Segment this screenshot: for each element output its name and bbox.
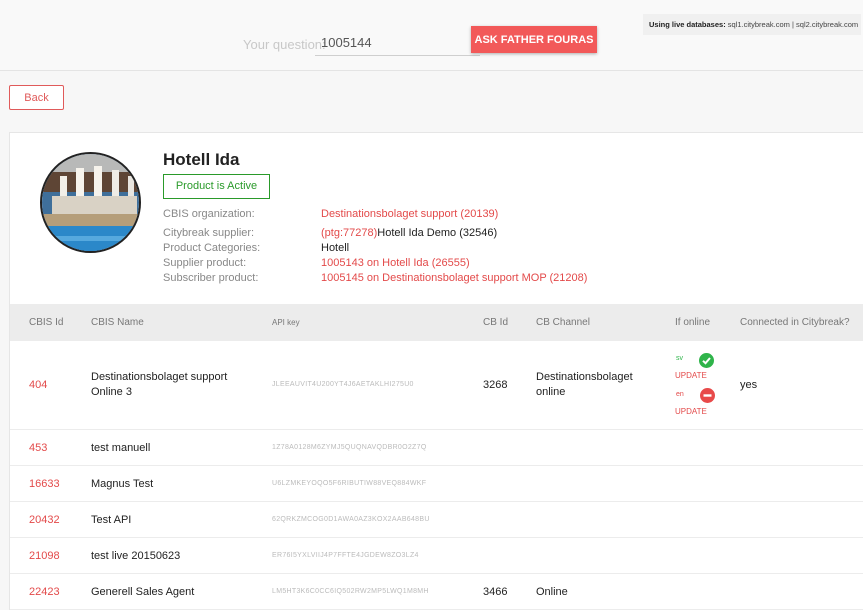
row-api-key: 1Z78A0128M6ZYMJ5QUQNAVQDBR0O2Z7Q <box>272 444 427 451</box>
row-cb-channel-line2: online <box>536 386 566 398</box>
row-cb-id: 3466 <box>483 586 508 598</box>
row-cbis-name-line1: Destinationsbolaget support <box>91 371 228 383</box>
online-check-icon <box>699 353 714 368</box>
product-card: Hotell Ida Product is Active CBIS organi… <box>9 132 863 610</box>
row-cbis-id[interactable]: 21098 <box>29 550 60 562</box>
supplier-ptg-link[interactable]: (ptg:77278) <box>321 227 377 239</box>
table-row: 16633 Magnus Test U6LZMKEYOQO5F6RIBUTIW8… <box>10 466 863 502</box>
header-connected: Connected in Citybreak? <box>740 317 850 328</box>
row-cbis-name-line2: Online 3 <box>91 386 132 398</box>
row-cbis-name: test live 20150623 <box>91 550 181 562</box>
status-badge: Product is Active <box>163 174 270 199</box>
header-cb-id: CB Id <box>483 317 509 328</box>
update-sv-link[interactable]: UPDATE <box>675 371 707 380</box>
question-label: Your question: <box>243 37 326 52</box>
row-cb-id: 3268 <box>483 379 508 391</box>
row-api-key: ER76I5YXLVIIJ4P7FFTE4JGDEW8ZO3LZ4 <box>272 552 419 559</box>
table-row: 404 Destinationsbolaget support Online 3… <box>10 341 863 430</box>
product-title: Hotell Ida <box>163 150 240 169</box>
info-value-supplier: (ptg:77278)Hotell Ida Demo (32546) <box>321 227 497 239</box>
header-api-key: API key <box>272 318 300 327</box>
row-cbis-id[interactable]: 16633 <box>29 478 60 490</box>
header-cb-channel: CB Channel <box>536 317 590 328</box>
row-cbis-name: Test API <box>91 514 132 526</box>
ask-button[interactable]: ASK FATHER FOURAS <box>471 26 597 53</box>
product-image <box>40 152 141 253</box>
info-value-supplier-product[interactable]: 1005143 on Hotell Ida (26555) <box>321 257 470 269</box>
header-cbis-name: CBIS Name <box>91 317 144 328</box>
top-bar: Your question: ASK FATHER FOURAS Using l… <box>0 0 863 71</box>
row-cbis-name: Magnus Test <box>91 478 154 490</box>
info-label-subscriber-product: Subscriber product: <box>163 272 259 284</box>
question-input[interactable] <box>315 30 480 56</box>
table-row: 20432 Test API 62QRKZMCOG0D1AWA0AZ3KOX2A… <box>10 502 863 538</box>
info-value-categories: Hotell <box>321 242 350 254</box>
info-value-organization[interactable]: Destinationsbolaget support (20139) <box>321 208 498 220</box>
row-connected: yes <box>740 379 758 391</box>
row-cbis-name: Generell Sales Agent <box>91 586 195 598</box>
live-databases-label: Using live databases: <box>649 20 726 29</box>
lang-sv-label: sv <box>676 355 683 362</box>
info-label-supplier-product: Supplier product: <box>163 257 247 269</box>
back-button[interactable]: Back <box>9 85 64 110</box>
header-cbis-id: CBIS Id <box>29 317 64 328</box>
row-api-key: U6LZMKEYOQO5F6RIBUTIW88VEQ884WKF <box>272 480 427 487</box>
row-cbis-name: test manuell <box>91 442 151 454</box>
update-en-link[interactable]: UPDATE <box>675 407 707 416</box>
table-header: CBIS Id CBIS Name API key CB Id CB Chann… <box>10 304 863 341</box>
row-cbis-id[interactable]: 453 <box>29 442 47 454</box>
info-label-categories: Product Categories: <box>163 242 261 254</box>
info-label-organization: CBIS organization: <box>163 208 255 220</box>
table-row: 22423 Generell Sales Agent LM5HT3K6C0CC6… <box>10 574 863 610</box>
row-api-key: LM5HT3K6C0CC6IQ502RW2MP5LWQ1M8MH <box>272 588 429 595</box>
lang-en-label: en <box>676 391 684 398</box>
row-api-key: 62QRKZMCOG0D1AWA0AZ3KOX2AAB648BU <box>272 516 430 523</box>
row-cbis-id[interactable]: 404 <box>29 379 47 391</box>
live-databases-info: Using live databases: sql1.citybreak.com… <box>643 14 861 35</box>
table-row: 453 test manuell 1Z78A0128M6ZYMJ5QUQNAVQ… <box>10 430 863 466</box>
live-databases-servers: sql1.citybreak.com | sql2.citybreak.com <box>727 20 859 29</box>
row-cb-channel: Online <box>536 586 568 598</box>
row-cbis-id[interactable]: 20432 <box>29 514 60 526</box>
info-value-subscriber-product[interactable]: 1005145 on Destinationsbolaget support M… <box>321 272 587 284</box>
row-cbis-id[interactable]: 22423 <box>29 586 60 598</box>
info-label-supplier: Citybreak supplier: <box>163 227 255 239</box>
header-if-online: If online <box>675 317 711 328</box>
row-api-key: JLEEAUVIT4U200YT4J6AETAKLHI275U0 <box>272 381 414 388</box>
offline-minus-icon <box>700 388 715 403</box>
row-cb-channel-line1: Destinationsbolaget <box>536 371 633 383</box>
supplier-name: Hotell Ida Demo (32546) <box>377 227 498 239</box>
table-row: 21098 test live 20150623 ER76I5YXLVIIJ4P… <box>10 538 863 574</box>
